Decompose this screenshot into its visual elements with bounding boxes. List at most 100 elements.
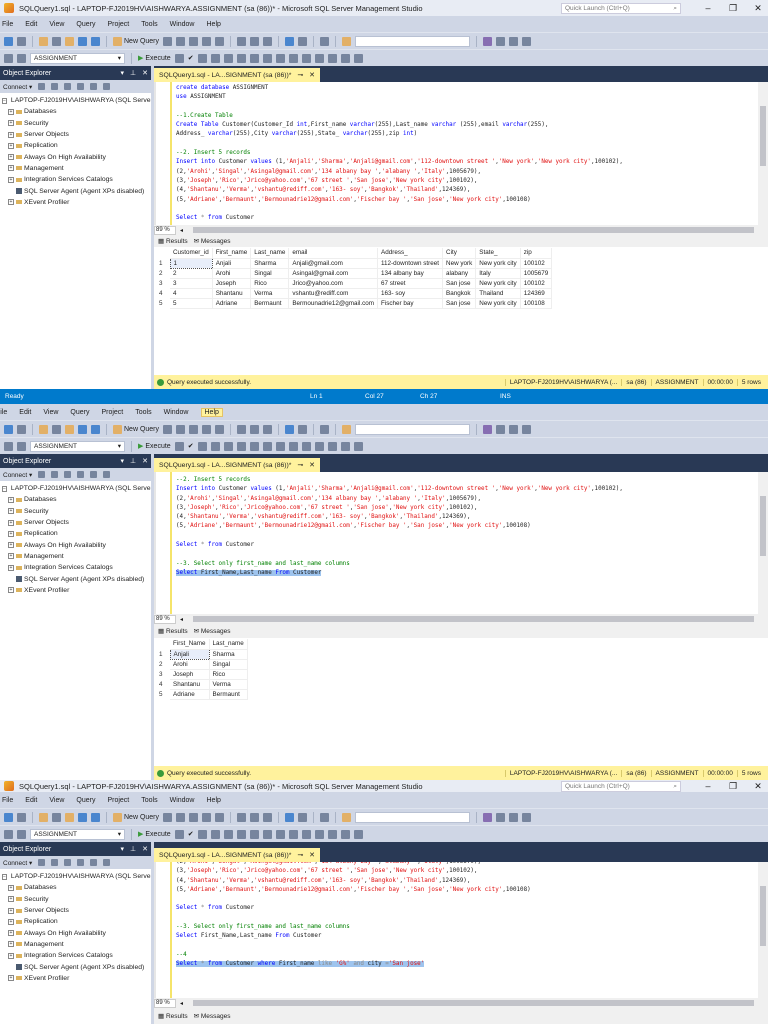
column-header[interactable]: First_name	[212, 248, 252, 259]
solution-icon[interactable]	[320, 812, 330, 822]
new-project-icon[interactable]	[39, 36, 48, 46]
filter-icon[interactable]	[77, 859, 85, 866]
table-cell[interactable]: Adriane	[212, 298, 252, 309]
results-to-grid-icon[interactable]	[236, 829, 246, 839]
cut-icon[interactable]	[237, 424, 247, 434]
search-dropdown[interactable]	[355, 423, 471, 435]
menu-query[interactable]: Query	[70, 409, 89, 416]
pin-icon[interactable]: ⊥	[130, 69, 136, 77]
vertical-scrollbar[interactable]	[758, 472, 768, 614]
table-cell[interactable]: 100102	[520, 278, 553, 289]
undo-icon[interactable]	[285, 424, 295, 434]
expand-icon[interactable]: +	[8, 587, 14, 594]
tree-node[interactable]: SQL Server Agent (Agent XPs disabled)	[0, 573, 151, 584]
forward-icon[interactable]	[17, 36, 26, 46]
tree-node[interactable]: + Server Objects	[0, 129, 151, 140]
disconnect-icon[interactable]	[51, 859, 59, 866]
display-plan-icon[interactable]	[197, 53, 207, 63]
indent-icon[interactable]	[327, 441, 337, 451]
tree-node[interactable]: + XEvent Profiler	[0, 197, 151, 208]
properties-icon[interactable]	[483, 812, 493, 822]
expand-icon[interactable]: +	[8, 975, 14, 982]
include-plan-icon[interactable]	[249, 53, 259, 63]
live-stats-icon[interactable]	[262, 53, 272, 63]
new-project-icon[interactable]	[39, 812, 48, 822]
open-file-icon[interactable]	[65, 36, 74, 46]
back-icon[interactable]	[4, 812, 13, 822]
row-number[interactable]: 2	[156, 268, 170, 278]
save-all-icon[interactable]	[91, 36, 100, 46]
display-plan-icon[interactable]	[197, 441, 207, 451]
forward-icon[interactable]	[17, 424, 26, 434]
tab-messages[interactable]: ✉ Messages	[194, 627, 231, 635]
save-all-icon[interactable]	[91, 424, 100, 434]
save-icon[interactable]	[78, 424, 87, 434]
expand-icon[interactable]: +	[8, 131, 14, 138]
properties-icon[interactable]	[483, 424, 493, 434]
change-connection-icon[interactable]	[17, 441, 26, 451]
indent-icon[interactable]	[327, 53, 337, 63]
toolbox-icon[interactable]	[509, 424, 519, 434]
column-header[interactable]: Last_name	[209, 639, 248, 650]
close-icon[interactable]: ✕	[748, 3, 768, 14]
scroll-thumb[interactable]	[193, 1000, 754, 1006]
uncomment-icon[interactable]	[314, 829, 324, 839]
solution-icon[interactable]	[320, 36, 330, 46]
expand-icon[interactable]: +	[8, 542, 14, 549]
stop-icon[interactable]	[174, 829, 184, 839]
document-tab[interactable]: SQLQuery1.sql - LA...SIGNMENT (sa (86))*…	[154, 68, 320, 82]
table-cell[interactable]: Bermaunt	[250, 298, 290, 309]
wrench-icon[interactable]	[496, 36, 506, 46]
refresh-icon[interactable]	[90, 859, 98, 866]
table-cell[interactable]: New york city	[475, 278, 521, 289]
find-icon[interactable]	[342, 424, 352, 434]
tree-node[interactable]: + Always On High Availability	[0, 927, 151, 938]
solution-icon[interactable]	[320, 424, 330, 434]
table-cell[interactable]: Bermaunt	[209, 689, 248, 700]
stop-icon[interactable]	[174, 441, 184, 451]
xmla-query-icon[interactable]	[189, 812, 199, 822]
outdent-icon[interactable]	[340, 829, 350, 839]
parse-checkmark-icon[interactable]: ✔	[188, 54, 194, 62]
window-icon[interactable]	[522, 812, 532, 822]
table-cell[interactable]: Sharma	[250, 258, 290, 269]
collapse-icon[interactable]: −	[2, 873, 7, 880]
tree-node[interactable]: + Server Objects	[0, 905, 151, 916]
de-query-icon[interactable]	[215, 424, 225, 434]
toolbox-icon[interactable]	[509, 36, 519, 46]
search-dropdown[interactable]	[355, 811, 471, 823]
search-dropdown[interactable]	[355, 35, 471, 47]
row-number[interactable]: 3	[156, 669, 170, 679]
tree-node[interactable]: + Management	[0, 551, 151, 562]
tab-messages[interactable]: ✉ Messages	[194, 237, 231, 245]
copy-icon[interactable]	[250, 36, 260, 46]
expand-icon[interactable]: +	[8, 165, 14, 172]
zoom-dropdown[interactable]: 89 %	[154, 225, 176, 235]
table-cell[interactable]: vshantu@rediff.com	[288, 288, 379, 299]
cut-icon[interactable]	[237, 36, 247, 46]
quick-launch-input[interactable]: Quick Launch (Ctrl+Q) ⌕	[561, 780, 681, 792]
copy-icon[interactable]	[250, 424, 260, 434]
live-stats-icon[interactable]	[262, 829, 272, 839]
tree-node[interactable]: + Always On High Availability	[0, 539, 151, 550]
document-tab[interactable]: SQLQuery1.sql - LA...SIGNMENT (sa (86))*…	[154, 458, 320, 472]
execute-button[interactable]: ▶ Execute	[138, 830, 171, 839]
menu-project[interactable]: Project	[107, 21, 129, 28]
tree-node-server[interactable]: − LAPTOP-FJ2019HV\AISHWARYA (SQL Server	[0, 483, 151, 494]
expand-icon[interactable]: +	[8, 896, 14, 903]
new-query-button[interactable]: New Query	[113, 424, 159, 434]
column-header[interactable]: First_Name	[170, 639, 210, 650]
column-header[interactable]: Customer_id	[170, 248, 213, 259]
expand-icon[interactable]: +	[8, 496, 14, 503]
tree-node[interactable]: SQL Server Agent (Agent XPs disabled)	[0, 185, 151, 196]
copy-icon[interactable]	[250, 812, 260, 822]
scroll-thumb[interactable]	[760, 106, 766, 166]
menu-window[interactable]: Window	[170, 797, 195, 804]
connect-icon[interactable]	[38, 83, 46, 90]
menu-tools[interactable]: Tools	[135, 409, 151, 416]
menu-file[interactable]: File	[2, 21, 13, 28]
tree-node[interactable]: SQL Server Agent (Agent XPs disabled)	[0, 961, 151, 972]
collapse-icon[interactable]: −	[2, 97, 7, 104]
table-cell[interactable]: Bermounadrie12@gmail.com	[288, 298, 379, 309]
connect-button[interactable]: Connect ▾	[3, 471, 32, 479]
